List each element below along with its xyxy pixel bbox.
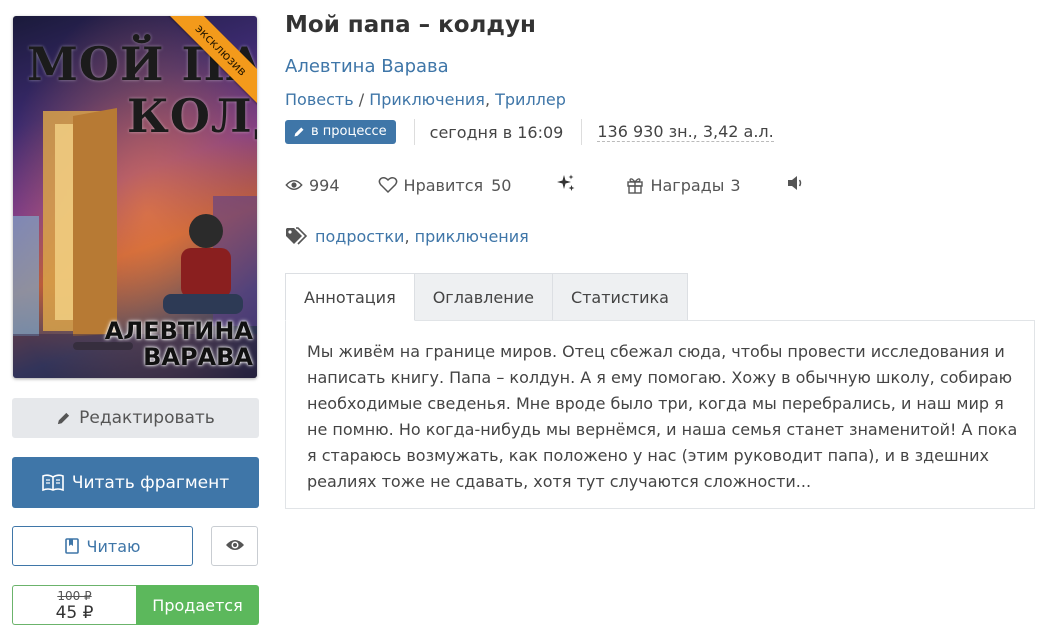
annotation-panel: Мы живём на границе миров. Отец сбежал с… <box>285 320 1035 509</box>
like-button[interactable]: Нравится 50 <box>378 175 512 195</box>
awards-count: 3 <box>730 175 741 195</box>
cover-author-line2: ВАРАВА <box>143 343 253 371</box>
genre-link[interactable]: Триллер <box>495 90 566 109</box>
eye-icon <box>285 179 303 191</box>
meta-divider <box>581 119 583 145</box>
status-label: в процессе <box>311 124 387 139</box>
tag-separator: , <box>404 226 415 246</box>
reading-label: Читаю <box>86 536 141 556</box>
reading-shelf-button[interactable]: Читаю <box>12 526 193 566</box>
watch-button[interactable] <box>211 526 258 566</box>
book-size[interactable]: 136 930 зн., 3,42 а.л. <box>597 122 774 142</box>
awards-label: Награды <box>650 175 725 195</box>
likes-label: Нравится <box>403 175 484 195</box>
current-price: 45 ₽ <box>55 603 94 623</box>
tag-link[interactable]: приключения <box>415 227 529 246</box>
old-price: 100 ₽ <box>57 589 92 603</box>
book-cover[interactable]: МОЙ ПАПА КОЛДУН АЛЕВТИНА ВАРАВА эксклюзи… <box>13 16 257 378</box>
buy-button[interactable]: Продается <box>136 585 259 625</box>
read-fragment-button[interactable]: Читать фрагмент <box>12 457 259 508</box>
cover-author-art: АЛЕВТИНА ВАРАВА <box>73 318 253 370</box>
views-stat: 994 <box>285 176 340 195</box>
sparkles-icon <box>556 174 576 196</box>
genre-list: Повесть / Приключения, Триллер <box>285 90 566 109</box>
pencil-icon <box>293 126 305 138</box>
book-tabs: Аннотация Оглавление Статистика <box>285 273 688 321</box>
status-badge: в процессе <box>285 120 396 144</box>
tab-statistics[interactable]: Статистика <box>552 273 688 321</box>
gift-icon <box>626 176 644 194</box>
meta-divider <box>413 119 415 145</box>
pencil-icon <box>56 411 71 426</box>
tab-contents[interactable]: Оглавление <box>414 273 553 321</box>
edit-button-label: Редактировать <box>79 408 215 428</box>
stats-row: 994 Нравится 50 Награды 3 <box>285 172 805 198</box>
genre-separator: , <box>484 90 496 109</box>
likes-count: 50 <box>491 175 512 195</box>
views-count: 994 <box>309 175 340 195</box>
genre-separator: / <box>353 90 370 109</box>
awards-button[interactable]: Награды 3 <box>626 175 741 195</box>
price-box: 100 ₽ 45 ₽ <box>12 585 136 625</box>
audio-button[interactable] <box>787 175 805 195</box>
heart-icon <box>378 176 398 194</box>
author-link[interactable]: Алевтина Варава <box>285 56 449 77</box>
tag-link[interactable]: подростки <box>315 227 404 246</box>
updated-time: сегодня в 16:09 <box>429 122 564 142</box>
edit-button[interactable]: Редактировать <box>12 398 259 438</box>
bookmark-book-icon <box>64 538 79 554</box>
buy-button-label: Продается <box>152 595 243 615</box>
cover-title-line2: КОЛДУН <box>127 89 257 143</box>
genre-link[interactable]: Приключения <box>369 90 485 109</box>
read-fragment-label: Читать фрагмент <box>71 472 230 493</box>
genre-link[interactable]: Повесть <box>285 90 354 109</box>
tags-row: подростки, приключения <box>285 224 529 248</box>
open-book-icon <box>42 473 64 492</box>
book-title: Мой папа – колдун <box>285 12 536 38</box>
cover-author-line1: АЛЕВТИНА <box>104 317 253 345</box>
annotation-text: Мы живём на границе миров. Отец сбежал с… <box>307 342 1018 491</box>
tab-annotation[interactable]: Аннотация <box>285 273 415 321</box>
sparkles-button[interactable] <box>556 174 576 196</box>
tags-icon <box>285 227 307 245</box>
eye-icon <box>225 537 245 556</box>
book-meta-row: в процессе сегодня в 16:09 136 930 зн., … <box>285 119 774 145</box>
speaker-icon <box>787 175 805 195</box>
